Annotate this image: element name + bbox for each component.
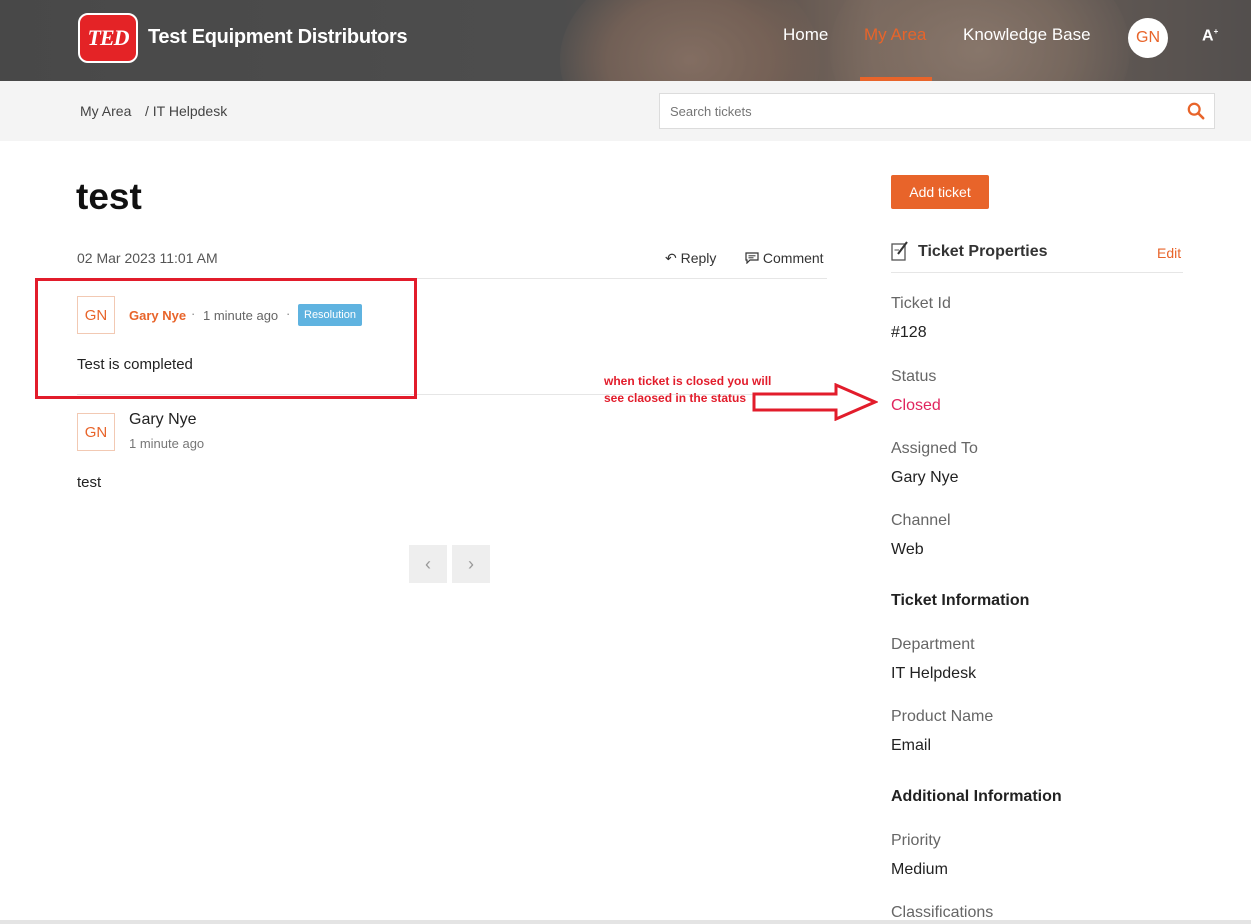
annotation-note: when ticket is closed you will see claos… bbox=[604, 374, 772, 405]
previous-page-button[interactable]: ‹ bbox=[409, 545, 447, 583]
channel-value: Web bbox=[891, 541, 924, 558]
ticket-information-heading: Ticket Information bbox=[891, 592, 1030, 609]
comment-icon bbox=[745, 252, 759, 265]
ticket-id-value: #128 bbox=[891, 324, 927, 341]
status-label: Status bbox=[891, 368, 937, 385]
priority-label: Priority bbox=[891, 832, 941, 849]
department-value: IT Helpdesk bbox=[891, 665, 977, 682]
ticket-date: 02 Mar 2023 11:01 AM bbox=[77, 250, 218, 266]
chevron-left-icon: ‹ bbox=[425, 553, 431, 574]
channel-label: Channel bbox=[891, 512, 951, 529]
nav-knowledge-base[interactable]: Knowledge Base bbox=[963, 25, 1091, 45]
product-name-label: Product Name bbox=[891, 708, 994, 725]
divider bbox=[891, 272, 1183, 273]
breadcrumb-my-area[interactable]: My Area bbox=[80, 103, 131, 119]
comment-label: Comment bbox=[762, 250, 824, 266]
company-logo[interactable]: TED bbox=[78, 13, 138, 63]
thread-author: Gary Nye bbox=[129, 411, 197, 428]
next-page-button[interactable]: › bbox=[452, 545, 490, 583]
reply-icon: ↶ bbox=[665, 250, 677, 266]
brand-name[interactable]: Test Equipment Distributors bbox=[148, 26, 408, 49]
search-input[interactable] bbox=[660, 94, 1180, 128]
ticket-title: test bbox=[76, 176, 142, 217]
ticket-id-label: Ticket Id bbox=[891, 295, 951, 312]
comment-button[interactable]: Comment bbox=[745, 250, 824, 266]
search-box bbox=[659, 93, 1215, 129]
ticket-properties-heading: Ticket Properties bbox=[918, 243, 1048, 260]
breadcrumb-bar: My Area / IT Helpdesk bbox=[0, 81, 1251, 141]
user-avatar[interactable]: GN bbox=[1128, 18, 1168, 58]
accessibility-icon[interactable]: A+ bbox=[1202, 27, 1218, 45]
avatar: GN bbox=[77, 413, 115, 451]
nav-home[interactable]: Home bbox=[783, 25, 828, 45]
annotation-arrow-icon bbox=[752, 383, 878, 421]
page-bottom-border bbox=[0, 920, 1251, 924]
assigned-to-value: Gary Nye bbox=[891, 469, 959, 486]
reply-button[interactable]: ↶ Reply bbox=[665, 250, 716, 267]
priority-value: Medium bbox=[891, 861, 948, 878]
edit-note-icon bbox=[891, 241, 908, 261]
status-value: Closed bbox=[891, 397, 941, 414]
thread-time: 1 minute ago bbox=[129, 436, 205, 451]
nav-my-area[interactable]: My Area bbox=[864, 25, 926, 45]
add-ticket-button[interactable]: Add ticket bbox=[891, 175, 989, 209]
thread-body: test bbox=[77, 474, 102, 491]
additional-information-heading: Additional Information bbox=[891, 788, 1062, 805]
chevron-right-icon: › bbox=[468, 553, 474, 574]
annotation-highlight-box bbox=[35, 278, 417, 399]
product-name-value: Email bbox=[891, 737, 932, 754]
search-icon[interactable] bbox=[1187, 102, 1205, 120]
reply-label: Reply bbox=[680, 250, 717, 266]
assigned-to-label: Assigned To bbox=[891, 440, 978, 457]
edit-properties-link[interactable]: Edit bbox=[1157, 245, 1181, 261]
breadcrumb-it-helpdesk[interactable]: / IT Helpdesk bbox=[145, 103, 227, 119]
department-label: Department bbox=[891, 636, 975, 653]
